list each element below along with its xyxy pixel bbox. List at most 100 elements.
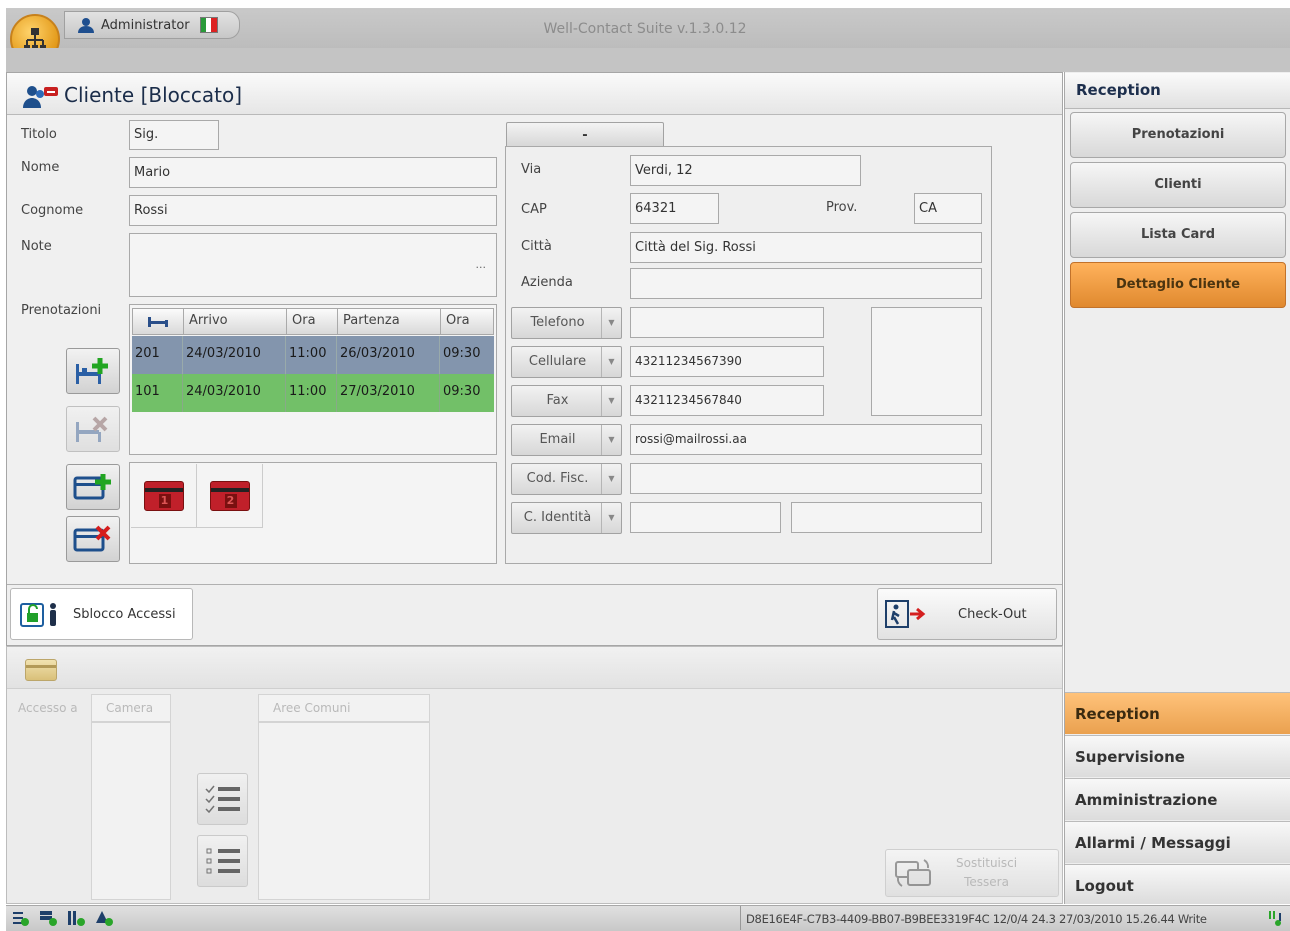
add-card-icon — [73, 474, 111, 500]
remove-card-button[interactable] — [66, 516, 120, 562]
user-name: Administrator — [101, 17, 190, 33]
booking-ora: 09:30 — [443, 384, 481, 399]
booking-ora: 11:00 — [286, 336, 337, 374]
table-row[interactable]: 101 24/03/2010 11:00 27/03/2010 09:30 — [132, 374, 494, 412]
identita-label: C. Identità — [523, 510, 592, 525]
room-column-icon — [133, 309, 184, 334]
service-status-icon[interactable] — [66, 909, 86, 927]
email-dropdown[interactable]: Email ▼ — [511, 424, 622, 456]
status-divider — [740, 906, 741, 930]
codfisc-dropdown[interactable]: Cod. Fisc. ▼ — [511, 463, 622, 495]
header-ora[interactable]: Ora — [441, 309, 493, 334]
telefono-label: Telefono — [530, 315, 585, 330]
sostituisci-label: Sostituisci — [956, 856, 1018, 870]
chevron-down-icon: ▼ — [601, 308, 621, 338]
sidebar-item-clienti[interactable]: Clienti — [1070, 162, 1286, 208]
chevron-down-icon: ▼ — [601, 386, 621, 416]
booking-partenza: 26/03/2010 — [337, 336, 440, 374]
remove-booking-button[interactable] — [66, 406, 120, 452]
cognome-field[interactable]: Rossi — [129, 195, 497, 226]
cap-field[interactable]: 64321 — [630, 193, 719, 224]
alarm-status-icon[interactable] — [94, 909, 114, 927]
note-expand[interactable]: ... — [476, 258, 487, 271]
header-ora[interactable]: Ora — [287, 309, 338, 334]
card-item[interactable]: 2 — [197, 464, 263, 528]
table-row[interactable]: 201 24/03/2010 11:00 26/03/2010 09:30 — [132, 336, 494, 374]
section-label: Allarmi / Messaggi — [1075, 834, 1231, 852]
check-out-button[interactable]: Check-Out — [877, 588, 1057, 640]
card-number: 2 — [224, 493, 237, 508]
tessera-label: Tessera — [964, 875, 1009, 889]
fax-field[interactable]: 43211234567840 — [630, 385, 824, 416]
azienda-field[interactable] — [630, 268, 982, 299]
booking-ora: 09:30 — [443, 346, 481, 361]
sidebar-item-label: Dettaglio Cliente — [1115, 277, 1241, 292]
user-tab[interactable]: Administrator — [64, 11, 240, 39]
cellulare-field[interactable]: 43211234567390 — [630, 346, 824, 377]
deselect-all-button[interactable] — [197, 835, 248, 887]
chevron-down-icon: ▼ — [601, 347, 621, 377]
access-card-icon[interactable] — [25, 659, 57, 681]
booking-room: 101 — [132, 374, 183, 412]
photo-box[interactable] — [871, 307, 982, 416]
booking-room: 201 — [132, 336, 183, 374]
add-booking-button[interactable] — [66, 348, 120, 394]
chevron-down-icon: ▼ — [601, 464, 621, 494]
codfisc-field[interactable] — [630, 463, 982, 494]
card-item[interactable]: 1 — [131, 464, 197, 528]
email-field[interactable]: rossi@mailrossi.aa — [630, 424, 982, 455]
sidebar-item-prenotazioni[interactable]: Prenotazioni — [1070, 112, 1286, 158]
sidebar-item-label: Lista Card — [1140, 227, 1216, 242]
header-arrivo[interactable]: Arrivo — [184, 309, 287, 334]
section-amministrazione[interactable]: Amministrazione — [1065, 778, 1290, 820]
status-icons — [10, 909, 114, 927]
address-tab[interactable]: - — [506, 122, 664, 148]
aree-comuni-list — [258, 722, 430, 900]
cellulare-label: Cellulare — [528, 354, 587, 369]
app-title: Well-Contact Suite v.1.3.0.12 — [543, 21, 747, 37]
fax-dropdown[interactable]: Fax ▼ — [511, 385, 622, 417]
client-blocked-icon — [23, 86, 58, 108]
add-card-button[interactable] — [66, 464, 120, 510]
sblocco-accessi-button[interactable]: Sblocco Accessi — [10, 588, 193, 640]
booking-ora: 11:00 — [286, 374, 337, 412]
nome-field[interactable]: Mario — [129, 157, 497, 188]
camera-header: Camera — [91, 694, 171, 722]
select-all-button[interactable] — [197, 773, 248, 825]
sidebar-item-dettaglio-cliente[interactable]: Dettaglio Cliente — [1070, 262, 1286, 308]
access-toolbar — [7, 647, 1062, 689]
booking-arrivo: 24/03/2010 — [183, 374, 286, 412]
titolo-field[interactable]: Sig. — [129, 120, 219, 150]
citta-field[interactable]: Città del Sig. Rossi — [630, 232, 982, 263]
codfisc-label: Cod. Fisc. — [526, 471, 589, 486]
cellulare-dropdown[interactable]: Cellulare ▼ — [511, 346, 622, 378]
italian-flag-icon[interactable] — [199, 17, 218, 33]
section-reception[interactable]: Reception — [1065, 692, 1290, 734]
check-out-label: Check-Out — [958, 606, 1027, 622]
via-field[interactable]: Verdi, 12 — [630, 155, 861, 186]
bookings-table: Arrivo Ora Partenza Ora 201 24/03/2010 1… — [129, 304, 497, 455]
database-status-icon[interactable] — [38, 909, 58, 927]
fax-label: Fax — [546, 393, 569, 408]
sidebar-header: Reception — [1065, 73, 1290, 109]
identita-dropdown[interactable]: C. Identità ▼ — [511, 502, 622, 534]
checklist-icon — [204, 785, 240, 814]
prov-field[interactable]: CA — [914, 193, 982, 224]
sidebar-item-lista-card[interactable]: Lista Card — [1070, 212, 1286, 258]
section-supervisione[interactable]: Supervisione — [1065, 735, 1290, 777]
label-azienda: Azienda — [521, 275, 573, 290]
identita-field-1[interactable] — [630, 502, 781, 533]
email-label: Email — [539, 432, 576, 447]
sostituisci-tessera-button[interactable]: Sostituisci Tessera — [885, 849, 1059, 897]
header-partenza[interactable]: Partenza — [338, 309, 441, 334]
label-nome: Nome — [21, 160, 60, 175]
network-status-icon[interactable] — [10, 909, 30, 927]
label-titolo: Titolo — [21, 127, 57, 142]
identita-field-2[interactable] — [791, 502, 982, 533]
section-logout[interactable]: Logout — [1065, 864, 1290, 904]
connection-status-icon[interactable] — [1266, 909, 1286, 927]
note-field[interactable]: ... — [129, 233, 497, 297]
section-allarmi-messaggi[interactable]: Allarmi / Messaggi — [1065, 821, 1290, 863]
telefono-field[interactable] — [630, 307, 824, 338]
telefono-dropdown[interactable]: Telefono ▼ — [511, 307, 622, 339]
